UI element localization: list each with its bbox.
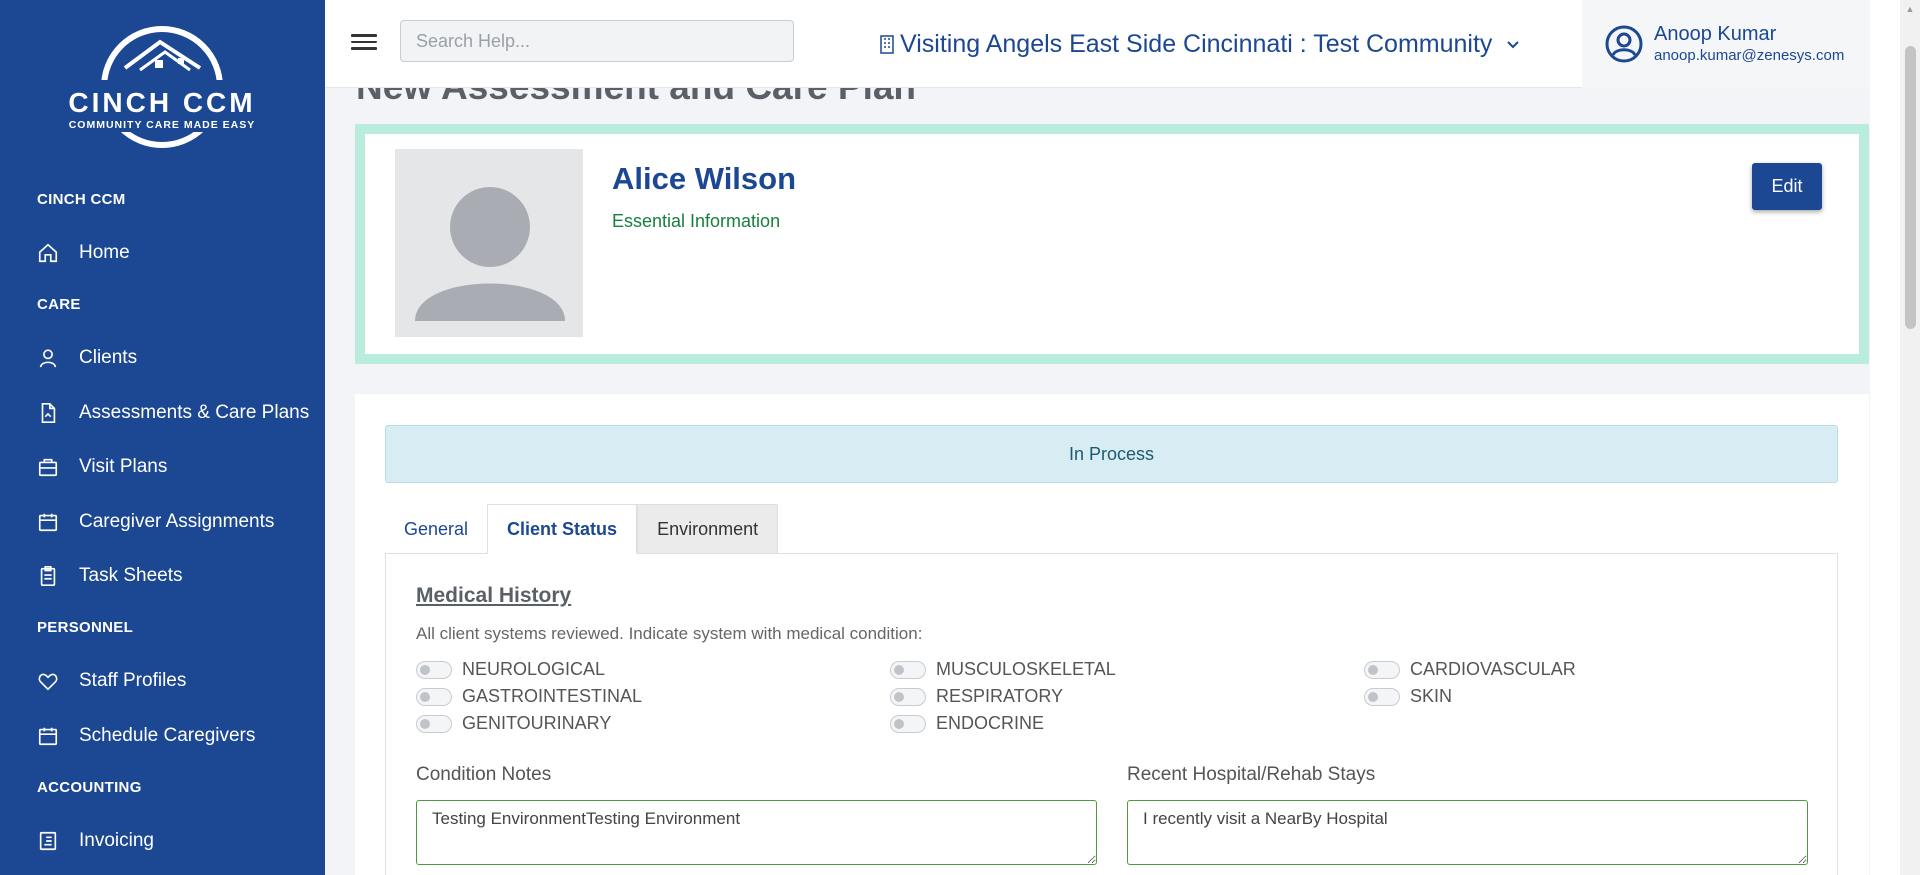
tab-environment[interactable]: Environment (637, 504, 779, 554)
hospital-stays-field[interactable]: I recently visit a NearBy Hospital (1127, 800, 1808, 865)
sidebar-item-label: Staff Profiles (79, 670, 187, 691)
section-accounting: ACCOUNTING (37, 779, 142, 796)
status-banner: In Process (385, 425, 1838, 483)
svg-text:COMMUNITY CARE MADE EASY: COMMUNITY CARE MADE EASY (69, 119, 256, 131)
sidebar-item-clients[interactable]: Clients (0, 336, 325, 380)
tab-general[interactable]: General (385, 504, 487, 554)
home-icon (37, 242, 59, 264)
search-input[interactable] (400, 20, 794, 62)
user-name: Anoop Kumar (1654, 23, 1777, 45)
sidebar-item-label: Home (79, 242, 130, 263)
sidebar: CINCH CCM COMMUNITY CARE MADE EASY CINCH… (0, 0, 325, 875)
sidebar-item-label: Caregiver Assignments (79, 511, 275, 532)
toggle-gastrointestinal[interactable]: GASTROINTESTINAL (416, 686, 642, 707)
toggle-switch[interactable] (890, 714, 926, 733)
toggle-respiratory[interactable]: RESPIRATORY (890, 686, 1063, 707)
scroll-up-icon[interactable]: ▲ (1900, 0, 1920, 18)
sidebar-item-staff-profiles[interactable]: Staff Profiles (0, 659, 325, 703)
section-cinch-ccm: CINCH CCM (37, 191, 126, 208)
toggle-switch[interactable] (890, 687, 926, 706)
tab-client-status[interactable]: Client Status (487, 504, 638, 554)
toggle-skin[interactable]: SKIN (1364, 686, 1452, 707)
sidebar-item-label: Task Sheets (79, 565, 183, 586)
toggle-label: GASTROINTESTINAL (462, 686, 643, 706)
toggle-label: RESPIRATORY (936, 686, 1064, 706)
toggle-switch[interactable] (1364, 660, 1400, 679)
essential-information-link[interactable]: Essential Information (612, 211, 780, 232)
sidebar-item-assessments[interactable]: Assessments & Care Plans (0, 391, 325, 435)
document-icon (37, 402, 59, 424)
toggle-switch[interactable] (416, 687, 452, 706)
condition-notes-field[interactable]: Testing EnvironmentTesting Environment (416, 800, 1097, 865)
client-avatar (395, 149, 583, 337)
svg-text:CINCH CCM: CINCH CCM (68, 87, 255, 118)
sidebar-item-task-sheets[interactable]: Task Sheets (0, 554, 325, 598)
toggle-label: CARDIOVASCULAR (1410, 659, 1576, 679)
hospital-stays-label: Recent Hospital/Rehab Stays (1127, 764, 1376, 785)
toggle-label: SKIN (1410, 686, 1453, 706)
toggle-switch[interactable] (1364, 687, 1400, 706)
sidebar-item-label: Visit Plans (79, 456, 168, 477)
top-bar: Visiting Angels East Side Cincinnati : T… (325, 0, 1870, 88)
page-right-gutter (1870, 0, 1900, 875)
sidebar-item-caregiver-assignments[interactable]: Caregiver Assignments (0, 500, 325, 544)
toggle-label: ENDOCRINE (936, 713, 1045, 733)
sidebar-item-label: Assessments & Care Plans (79, 402, 310, 423)
clipboard-icon (37, 565, 59, 587)
calendar-icon (37, 725, 59, 747)
tabs: General Client Status Environment (385, 504, 779, 554)
medical-history-title: Medical History (416, 584, 572, 607)
toggle-cardiovascular[interactable]: CARDIOVASCULAR (1364, 659, 1576, 680)
community-name: Visiting Angels East Side Cincinnati : T… (900, 29, 1493, 58)
community-selector[interactable]: Visiting Angels East Side Cincinnati : T… (878, 28, 1522, 60)
client-profile-card: Alice Wilson Essential Information Edit (355, 124, 1869, 364)
toggle-musculoskeletal[interactable]: MUSCULOSKELETAL (890, 659, 1116, 680)
user-avatar-icon (1605, 25, 1643, 63)
user-email: anoop.kumar@zenesys.com (1654, 47, 1845, 64)
toggle-endocrine[interactable]: ENDOCRINE (890, 713, 1044, 734)
medical-history-description: All client systems reviewed. Indicate sy… (416, 624, 923, 643)
sidebar-item-visit-plans[interactable]: Visit Plans (0, 445, 325, 489)
building-icon (880, 35, 894, 54)
client-status-panel: Medical History All client systems revie… (385, 553, 1838, 875)
sidebar-item-home[interactable]: Home (0, 231, 325, 275)
toggle-label: MUSCULOSKELETAL (936, 659, 1116, 679)
toggle-genitourinary[interactable]: GENITOURINARY (416, 713, 611, 734)
client-name: Alice Wilson (612, 161, 797, 196)
menu-toggle-icon[interactable] (351, 30, 377, 56)
sidebar-item-schedule-caregivers[interactable]: Schedule Caregivers (0, 714, 325, 758)
user-menu[interactable]: Anoop Kumar anoop.kumar@zenesys.com (1582, 0, 1870, 88)
cinch-ccm-logo[interactable]: CINCH CCM COMMUNITY CARE MADE EASY (60, 20, 265, 155)
heart-icon (37, 670, 59, 692)
sidebar-item-invoicing[interactable]: Invoicing (0, 819, 325, 863)
assessment-form-card: In Process General Client Status Environ… (355, 394, 1869, 875)
toggle-label: GENITOURINARY (462, 713, 612, 733)
condition-notes-label: Condition Notes (416, 764, 552, 785)
toggle-switch[interactable] (890, 660, 926, 679)
user-icon (37, 347, 59, 369)
chevron-down-icon (1507, 41, 1520, 49)
invoice-icon (37, 830, 59, 852)
page-scrollbar[interactable]: ▲ (1900, 0, 1920, 875)
sidebar-item-label: Clients (79, 347, 138, 368)
scrollbar-thumb[interactable] (1905, 46, 1916, 329)
sidebar-item-label: Invoicing (79, 830, 154, 851)
sidebar-item-label: Schedule Caregivers (79, 725, 256, 746)
toggle-switch[interactable] (416, 714, 452, 733)
calendar-icon (37, 511, 59, 533)
section-personnel: PERSONNEL (37, 619, 134, 636)
toggle-neurological[interactable]: NEUROLOGICAL (416, 659, 605, 680)
section-care: CARE (37, 296, 81, 313)
edit-button[interactable]: Edit (1752, 163, 1822, 210)
briefcase-icon (37, 456, 59, 478)
toggle-switch[interactable] (416, 660, 452, 679)
toggle-label: NEUROLOGICAL (462, 659, 606, 679)
